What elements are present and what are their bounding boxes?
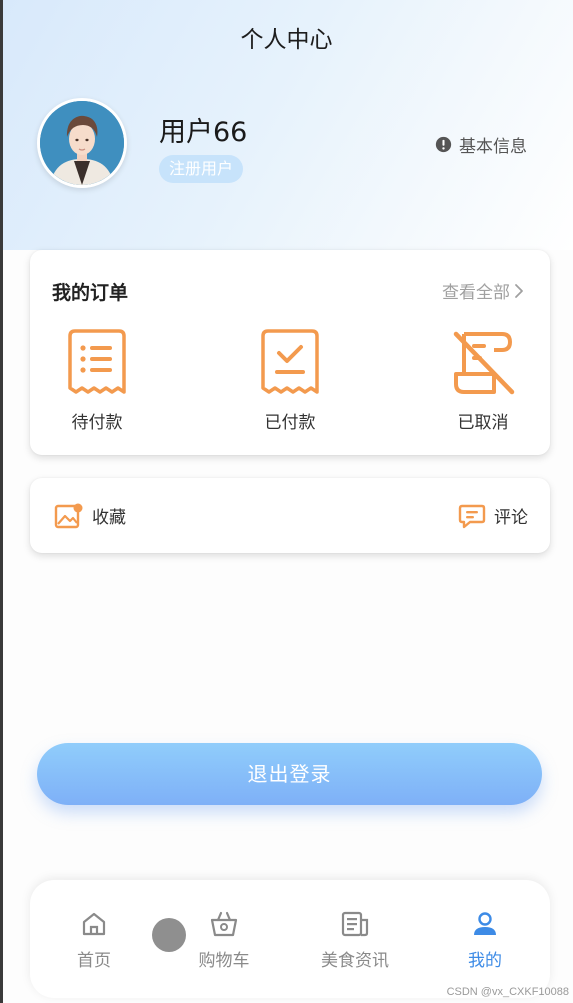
tab-mine[interactable]: 我的 [430,910,540,971]
favorites-label: 收藏 [92,508,126,528]
user-role-badge: 注册用户 [159,155,244,183]
profile-screen: 个人中心 用户66 注册用户 基本信息 我的订单 查看全部 待付款 已付款 已取… [0,0,573,1003]
order-pending-payment-label: 待付款 [71,413,123,433]
logout-button[interactable]: 退出登录 [37,743,542,805]
tab-shopping-cart[interactable]: 购物车 [169,910,279,971]
username: 用户66 [159,117,248,148]
basic-info-link[interactable]: 基本信息 [435,132,527,157]
tab-food-news-label: 美食资讯 [321,951,389,971]
floating-assistive-button[interactable] [152,918,186,952]
favorites-entry[interactable]: 收藏 [54,478,126,553]
basic-info-label: 基本信息 [459,137,527,157]
order-pending-payment[interactable]: 待付款 [37,328,157,433]
home-icon [82,912,106,936]
favorites-comments-card: 收藏 评论 [30,478,550,553]
view-all-label: 查看全部 [442,283,510,303]
chevron-right-icon [515,283,523,298]
order-cancelled[interactable]: 已取消 [423,328,543,433]
order-paid[interactable]: 已付款 [230,328,350,433]
paid-icon [261,329,319,394]
comments-entry[interactable]: 评论 [458,478,528,553]
tab-food-news[interactable]: 美食资讯 [300,910,410,971]
comments-label: 评论 [494,508,528,528]
image-gallery-icon [54,503,83,528]
shopping-basket-icon [210,911,238,937]
tab-home[interactable]: 首页 [39,910,149,971]
info-icon [435,136,452,153]
my-orders-card: 我的订单 查看全部 待付款 已付款 已取消 [30,250,550,455]
order-cancelled-label: 已取消 [457,413,509,433]
pending-payment-icon [68,329,126,394]
order-paid-label: 已付款 [264,413,316,433]
comment-icon [458,504,486,528]
tab-shopping-cart-label: 购物车 [198,951,250,971]
bottom-tab-bar: 首页 购物车 美食资讯 我的 [30,880,550,998]
news-icon [341,911,369,937]
tab-mine-label: 我的 [468,951,502,971]
cancelled-icon [453,331,515,395]
avatar[interactable] [37,98,127,188]
avatar-image [40,101,124,185]
orders-title: 我的订单 [52,282,129,304]
tab-home-label: 首页 [77,951,111,971]
user-icon [474,912,496,935]
page-title: 个人中心 [240,27,333,53]
watermark: CSDN @vx_CXKF10088 [446,986,569,998]
view-all-orders-link[interactable]: 查看全部 [442,278,524,303]
